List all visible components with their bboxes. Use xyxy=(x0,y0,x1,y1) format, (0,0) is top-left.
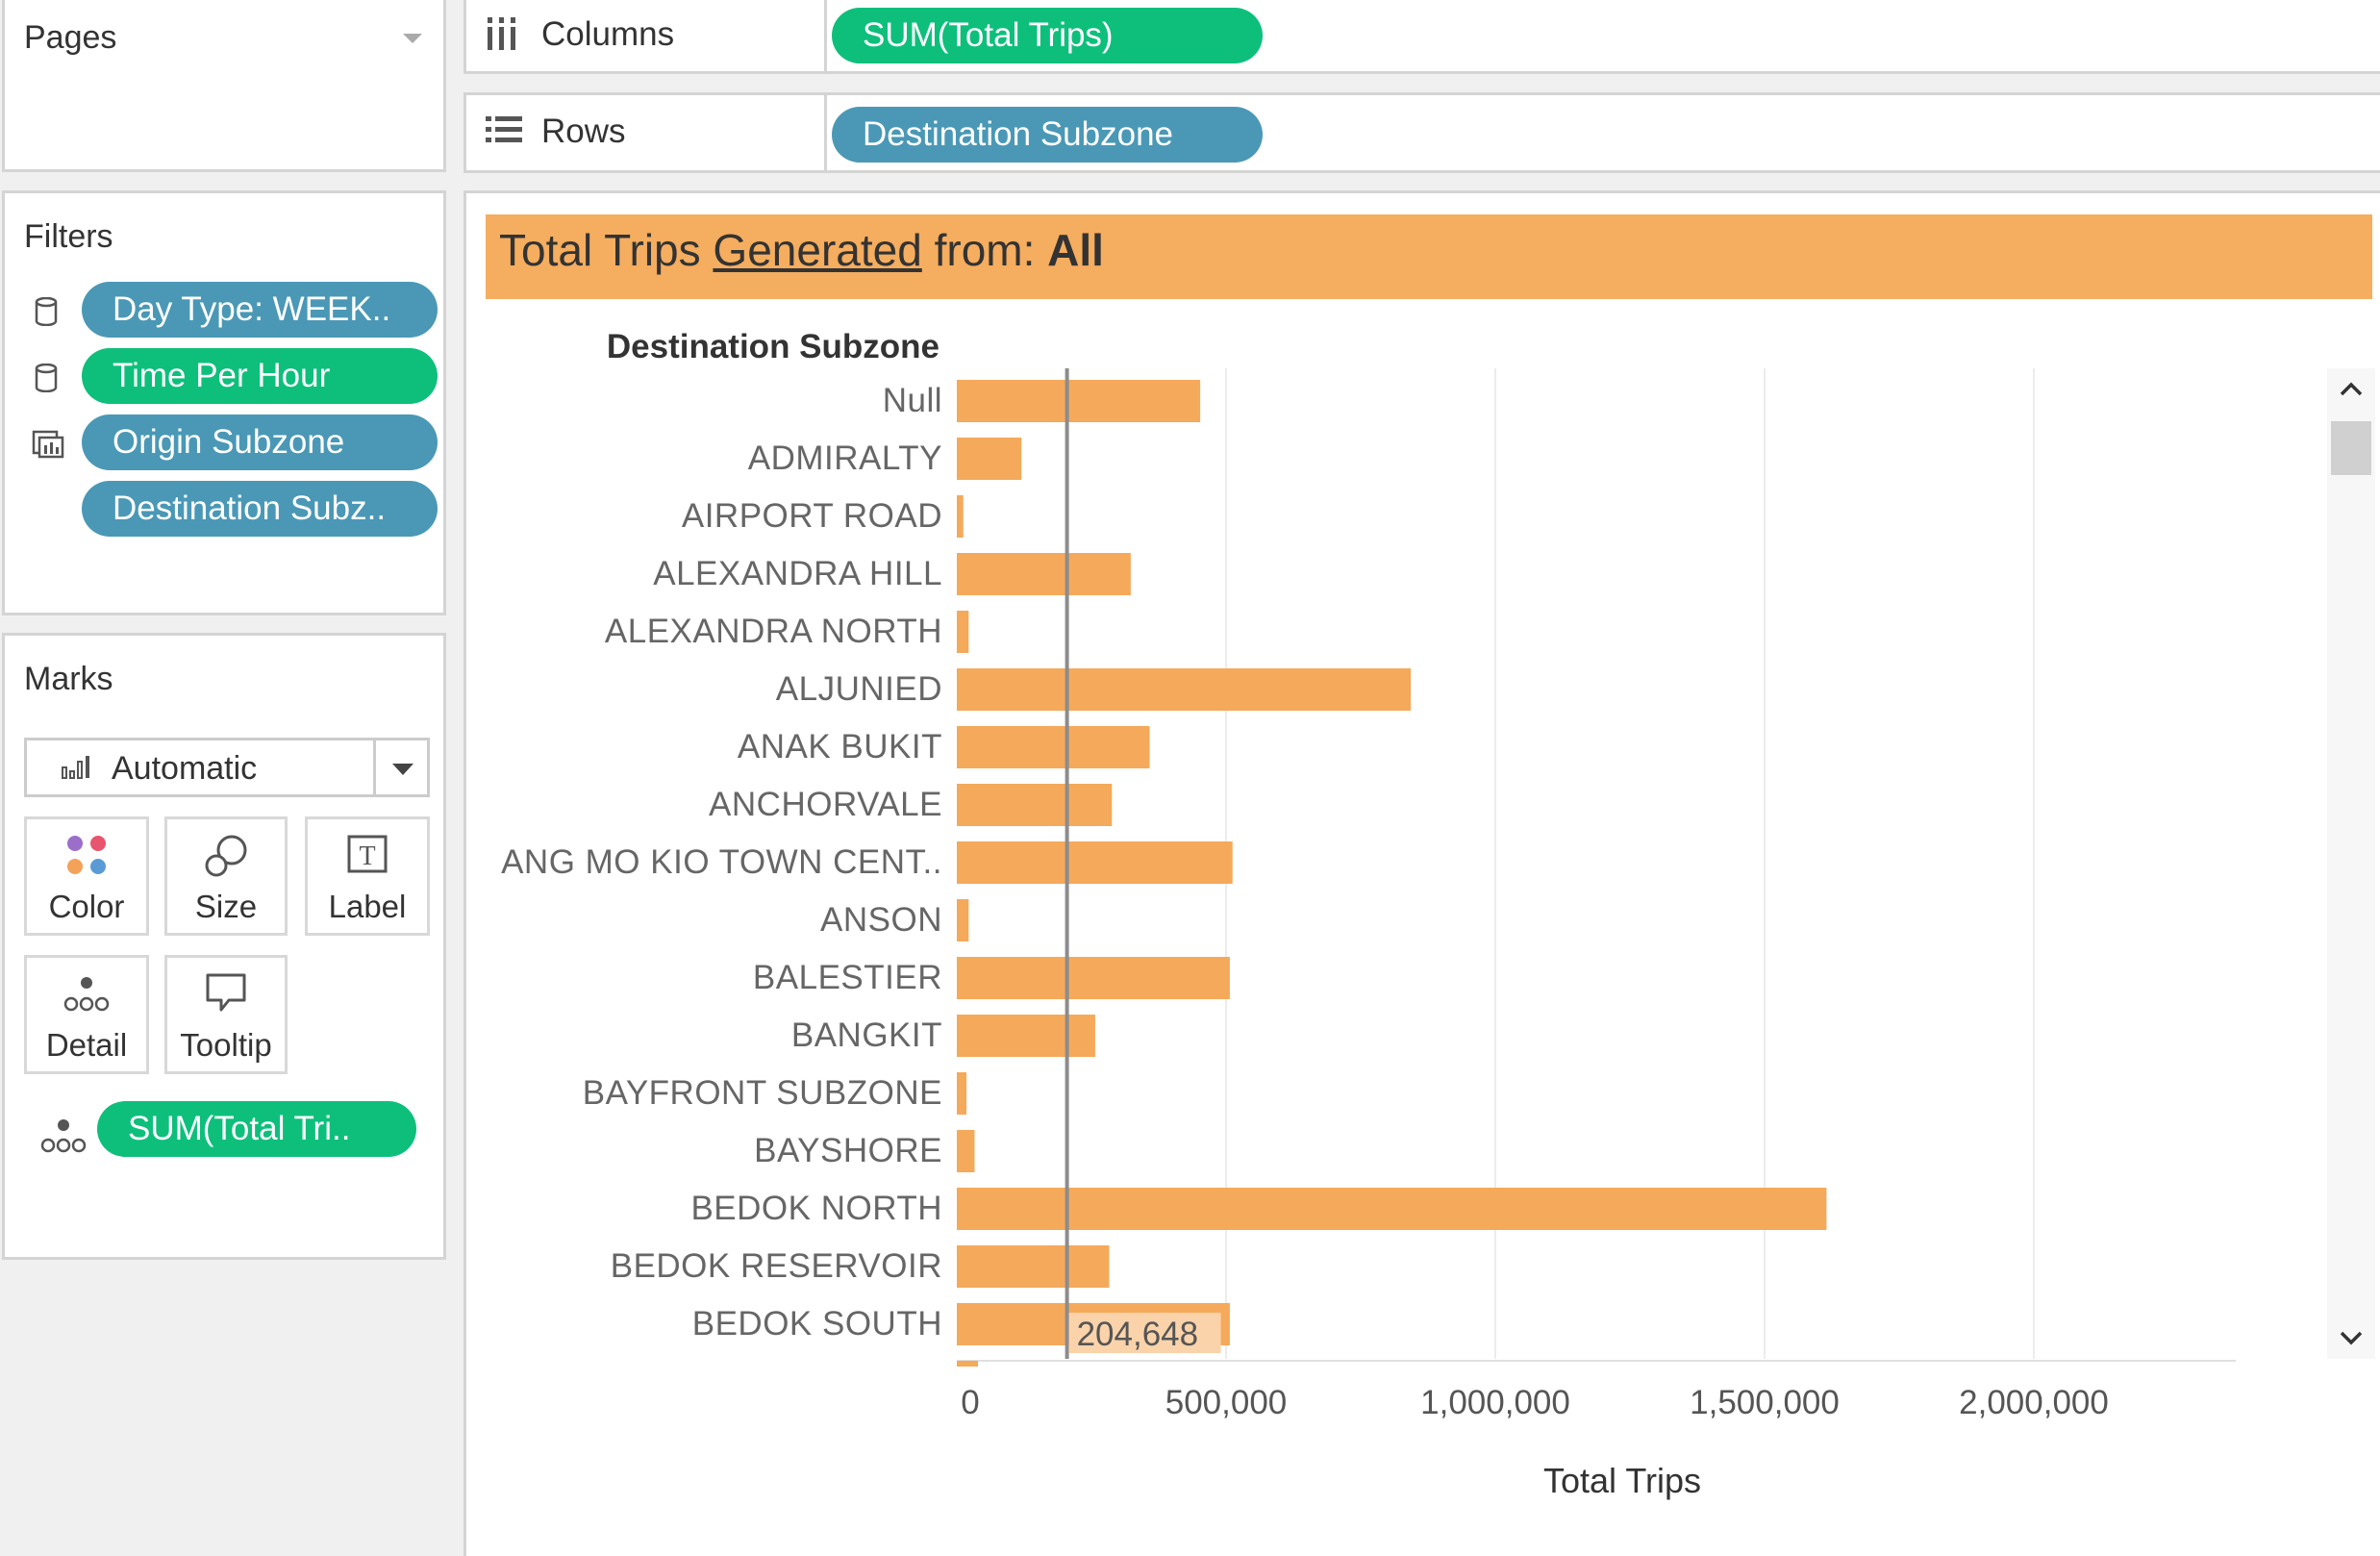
x-axis-ticks: 0 500,000 1,000,000 1,500,000 2,000,000 xyxy=(957,1384,2303,1442)
row-label[interactable]: BEDOK RESERVOIR xyxy=(611,1238,942,1295)
row-label[interactable]: BANGKIT xyxy=(791,1007,942,1065)
chevron-down-icon[interactable] xyxy=(401,31,424,46)
bar[interactable] xyxy=(957,1072,967,1115)
database-icon xyxy=(35,364,58,392)
rows-icon xyxy=(486,116,522,142)
row-label[interactable]: ANSON xyxy=(820,891,942,949)
bar[interactable] xyxy=(957,1245,1110,1288)
bar[interactable] xyxy=(957,668,1412,711)
row-label[interactable]: ANAK BUKIT xyxy=(738,718,942,776)
bar[interactable] xyxy=(957,1015,1095,1057)
sheets-icon xyxy=(32,430,64,459)
row-label[interactable]: ALEXANDRA NORTH xyxy=(605,603,942,661)
marks-card: Marks Automatic Color Size T Label Detai… xyxy=(2,633,446,1260)
bar-chart-icon xyxy=(62,756,89,779)
bar[interactable] xyxy=(957,899,969,941)
columns-pill[interactable]: SUM(Total Trips) xyxy=(832,8,1263,63)
bar[interactable] xyxy=(957,438,1022,480)
x-tick-label: 0 xyxy=(961,1384,980,1421)
x-tick-label: 1,000,000 xyxy=(1420,1384,1570,1421)
bar[interactable] xyxy=(957,957,1230,999)
rows-shelf: Rows Destination Subzone xyxy=(463,92,2380,173)
row-label[interactable]: ALEXANDRA HILL xyxy=(653,545,942,603)
scroll-up-icon[interactable] xyxy=(2339,380,2364,397)
row-label[interactable]: BALESTIER xyxy=(753,949,942,1007)
x-tick-label: 500,000 xyxy=(1165,1384,1288,1421)
bar[interactable] xyxy=(957,380,1201,422)
size-icon xyxy=(205,835,247,877)
tooltip-card[interactable]: Tooltip xyxy=(164,955,288,1074)
tooltip-card-label: Tooltip xyxy=(180,1027,272,1063)
row-labels: Null ADMIRALTY AIRPORT ROAD ALEXANDRA HILL A… xyxy=(466,193,942,1540)
row-label[interactable]: ADMIRALTY xyxy=(748,430,942,488)
bar[interactable] xyxy=(957,611,969,653)
bar[interactable] xyxy=(957,841,1233,884)
bar[interactable] xyxy=(957,784,1113,826)
size-card-label: Size xyxy=(194,889,258,924)
label-card[interactable]: T Label xyxy=(305,816,430,936)
detail-card-label: Detail xyxy=(45,1027,128,1063)
columns-icon xyxy=(488,17,515,50)
x-tick-label: 1,500,000 xyxy=(1690,1384,1840,1421)
scroll-down-icon[interactable] xyxy=(2339,1330,2364,1347)
row-label[interactable]: BEDOK SOUTH xyxy=(692,1295,942,1353)
color-card[interactable]: Color xyxy=(24,816,149,936)
bar[interactable] xyxy=(957,1188,1827,1230)
columns-label: Columns xyxy=(541,15,675,53)
tooltip-icon xyxy=(206,973,246,1012)
vertical-scrollbar[interactable] xyxy=(2327,368,2375,1359)
svg-text:T: T xyxy=(359,841,375,871)
color-card-label: Color xyxy=(48,889,125,924)
chart-view: Total Trips Generated from: All Destinat… xyxy=(463,190,2380,1556)
mark-type-value: Automatic xyxy=(112,750,258,787)
label-card-label: Label xyxy=(328,889,407,924)
bar[interactable] xyxy=(957,495,964,538)
row-label[interactable]: BAYFRONT SUBZONE xyxy=(583,1065,942,1122)
x-tick-label: 2,000,000 xyxy=(1959,1384,2109,1421)
row-label[interactable]: BEDOK NORTH xyxy=(690,1180,942,1238)
pages-shelf: Pages xyxy=(2,0,446,172)
filters-title: Filters xyxy=(24,218,113,255)
detail-card[interactable]: Detail xyxy=(24,955,149,1074)
row-label[interactable]: Null xyxy=(883,372,942,430)
row-label[interactable]: ANCHORVALE xyxy=(709,776,942,834)
filter-pill[interactable]: Time Per Hour xyxy=(82,348,438,404)
title-value: All xyxy=(1047,225,1104,275)
detail-field-pill[interactable]: SUM(Total Tri.. xyxy=(97,1101,416,1157)
filter-pill[interactable]: Day Type: WEEK.. xyxy=(82,282,438,338)
detail-icon xyxy=(63,977,110,1012)
filter-pill[interactable]: Destination Subz.. xyxy=(82,481,438,537)
row-label[interactable]: ALJUNIED xyxy=(776,661,942,718)
row-label[interactable]: BAYSHORE xyxy=(754,1122,942,1180)
rows-label: Rows xyxy=(541,113,626,150)
row-label[interactable]: AIRPORT ROAD xyxy=(682,488,942,545)
color-icon xyxy=(67,836,106,874)
size-card[interactable]: Size xyxy=(164,816,288,936)
detail-icon xyxy=(40,1119,87,1153)
label-icon: T xyxy=(347,835,388,873)
plot-area: 204,648 xyxy=(957,368,2236,1367)
bar[interactable] xyxy=(957,553,1131,595)
row-label[interactable]: ANG MO KIO TOWN CENT.. xyxy=(501,834,942,891)
marks-title: Marks xyxy=(24,661,113,697)
filters-shelf: Filters Day Type: WEEK.. Time Per Hour O… xyxy=(2,190,446,615)
rows-pill[interactable]: Destination Subzone xyxy=(832,107,1263,163)
bar[interactable] xyxy=(957,726,1150,768)
scrollbar-thumb[interactable] xyxy=(2331,421,2371,475)
shelf-divider xyxy=(824,0,827,71)
shelf-divider xyxy=(824,95,827,170)
pages-title: Pages xyxy=(24,19,117,56)
database-icon xyxy=(35,297,58,326)
columns-shelf: Columns SUM(Total Trips) xyxy=(463,0,2380,74)
filter-pill[interactable]: Origin Subzone xyxy=(82,414,438,470)
dropdown-divider xyxy=(373,740,376,794)
reference-label: 204,648 xyxy=(1077,1316,1199,1353)
mark-type-dropdown[interactable]: Automatic xyxy=(24,738,430,797)
x-axis-label: Total Trips xyxy=(1543,1461,1702,1500)
bar[interactable] xyxy=(957,1361,978,1367)
bar[interactable] xyxy=(957,1130,975,1172)
chevron-down-icon[interactable] xyxy=(390,762,415,777)
